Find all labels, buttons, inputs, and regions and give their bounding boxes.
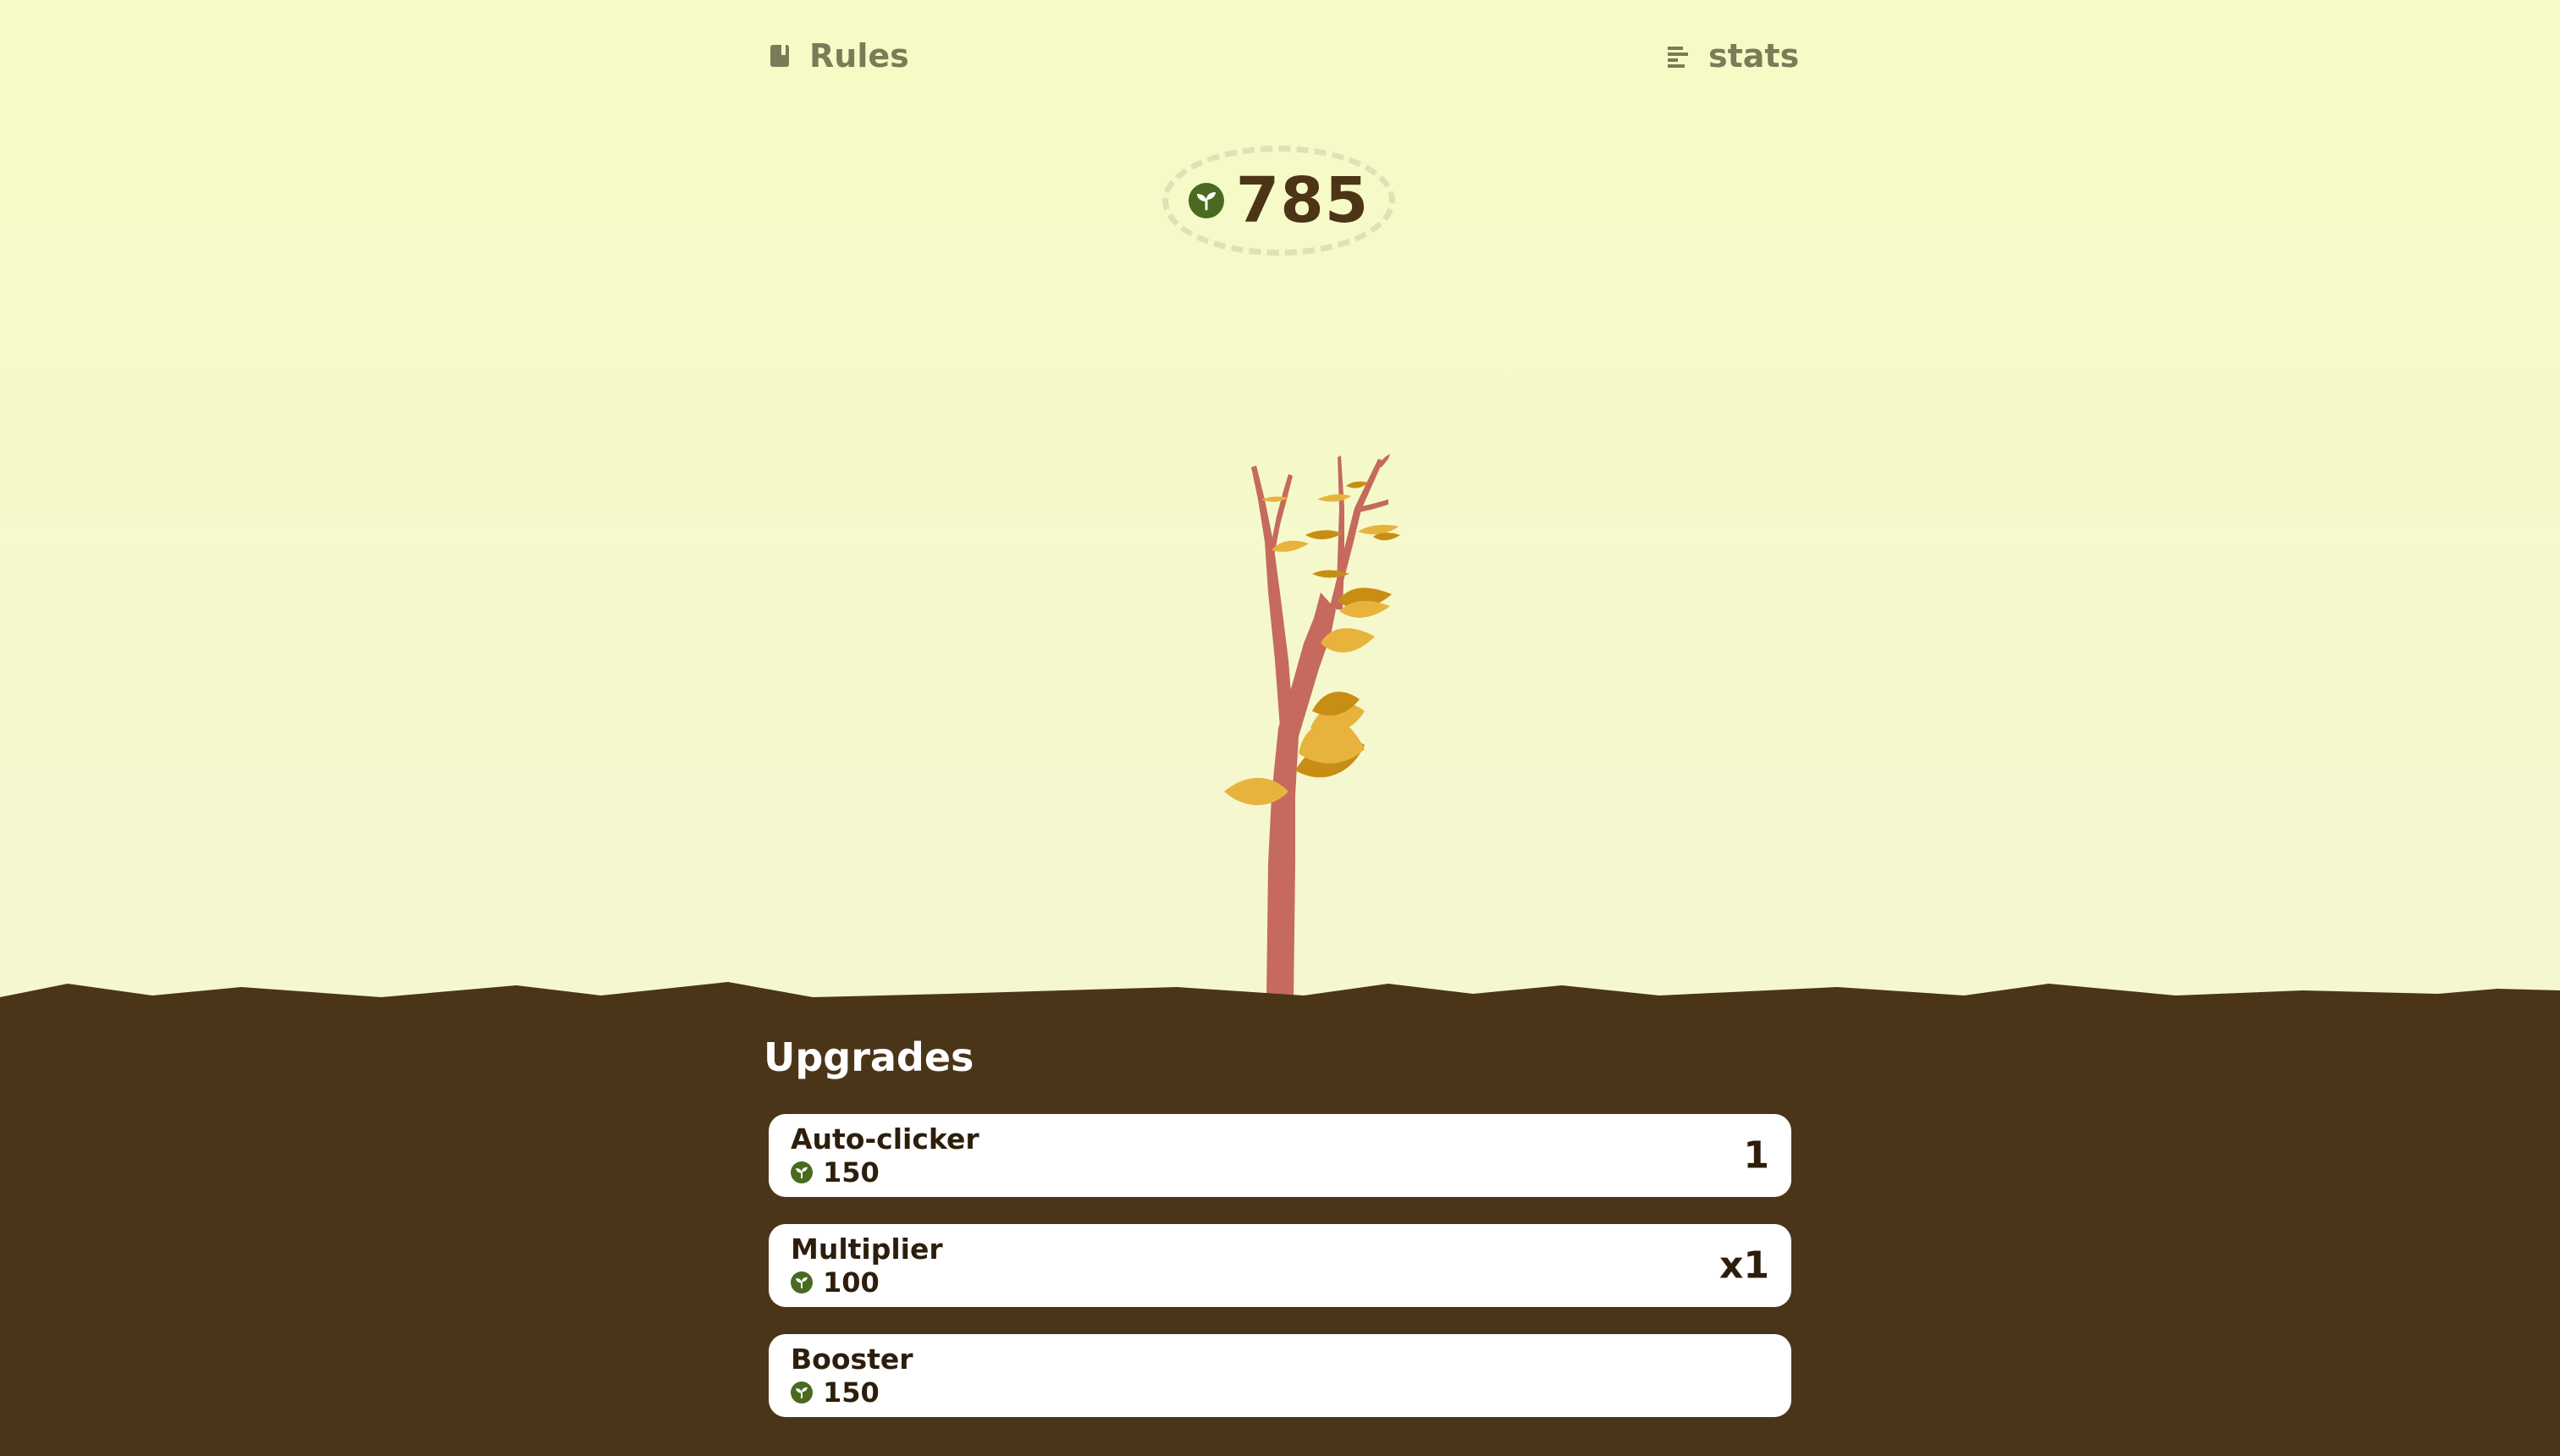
upgrade-level: 1: [1743, 1133, 1769, 1177]
book-icon: [770, 45, 789, 67]
leaf: [1358, 525, 1399, 535]
leaf: [1305, 530, 1343, 540]
upgrade-name: Auto-clicker: [791, 1122, 979, 1155]
upgrades-heading: Upgrades: [764, 1034, 974, 1080]
rules-label: Rules: [809, 37, 909, 74]
upgrade-name: Booster: [791, 1343, 913, 1376]
seed-coin-icon: [791, 1161, 813, 1183]
bar-chart-icon: [1668, 47, 1688, 68]
upgrade-cost: 150: [791, 1376, 1769, 1409]
upgrade-cost: 150: [791, 1156, 1769, 1189]
seed-count: 785: [1235, 164, 1370, 237]
game-screen: Rules stats 785 Upgrades Auto-clicker 15…: [0, 0, 2560, 1456]
upgrade-level: x1: [1719, 1244, 1769, 1288]
upgrade-cost-value: 150: [823, 1156, 880, 1189]
upgrade-cost-value: 100: [823, 1266, 880, 1299]
upgrade-list: Auto-clicker 150 1 Multiplier 100 x1 Boo…: [769, 1114, 1791, 1417]
leaf: [1272, 540, 1309, 552]
upgrade-auto-clicker[interactable]: Auto-clicker 150 1: [769, 1114, 1791, 1197]
rules-button[interactable]: Rules: [769, 37, 909, 74]
stats-button[interactable]: stats: [1668, 37, 1799, 74]
seed-coin-icon: [1188, 183, 1224, 218]
stats-label: stats: [1708, 37, 1800, 74]
upgrade-name: Multiplier: [791, 1233, 943, 1266]
seed-counter: 785: [1162, 146, 1395, 256]
seed-coin-icon: [791, 1382, 813, 1404]
seed-coin-icon: [791, 1271, 813, 1293]
upgrade-booster[interactable]: Booster 150: [769, 1334, 1791, 1417]
leaf: [1317, 494, 1351, 502]
upgrade-cost: 100: [791, 1266, 1769, 1299]
upgrade-multiplier[interactable]: Multiplier 100 x1: [769, 1224, 1791, 1307]
upgrade-cost-value: 150: [823, 1376, 880, 1409]
